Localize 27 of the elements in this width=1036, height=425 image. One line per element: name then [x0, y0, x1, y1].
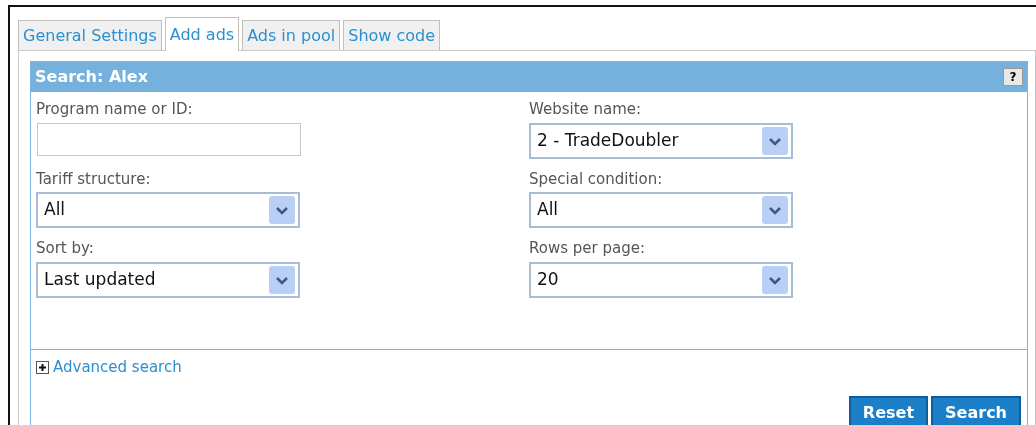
chevron-down-icon	[762, 196, 788, 224]
field-label: Website name:	[529, 99, 643, 120]
dropdown[interactable]: 20	[529, 261, 793, 298]
advanced-search-link[interactable]: Advanced search	[53, 356, 182, 379]
chevron-down-icon	[762, 126, 788, 155]
field-label: Program name or ID:	[36, 99, 194, 120]
dropdown[interactable]: 2 - TradeDoubler	[529, 122, 793, 159]
action-button[interactable]: Reset	[848, 396, 929, 425]
chevron-down-icon	[269, 196, 295, 224]
tab[interactable]: Ads in pool	[242, 20, 341, 50]
chevron-down-icon	[269, 265, 295, 294]
help-button[interactable]: ?	[1003, 68, 1023, 86]
dropdown[interactable]: Last updated	[36, 261, 300, 298]
panel-title: Search: Alex	[35, 66, 148, 88]
field-label: Sort by:	[36, 238, 95, 259]
input-field[interactable]	[37, 122, 301, 156]
chevron-down-icon	[762, 265, 788, 294]
tab[interactable]: Add ads	[164, 17, 240, 51]
field-label: Tariff structure:	[36, 168, 152, 190]
dropdown[interactable]: All	[36, 192, 300, 228]
tab[interactable]: General Settings	[18, 20, 162, 50]
action-button[interactable]: Search	[931, 396, 1021, 425]
field-label: Rows per page:	[529, 238, 646, 259]
expand-icon[interactable]	[36, 360, 49, 374]
dropdown[interactable]: All	[529, 192, 793, 228]
field-label: Special condition:	[529, 168, 664, 190]
tab[interactable]: Show code	[343, 20, 441, 50]
